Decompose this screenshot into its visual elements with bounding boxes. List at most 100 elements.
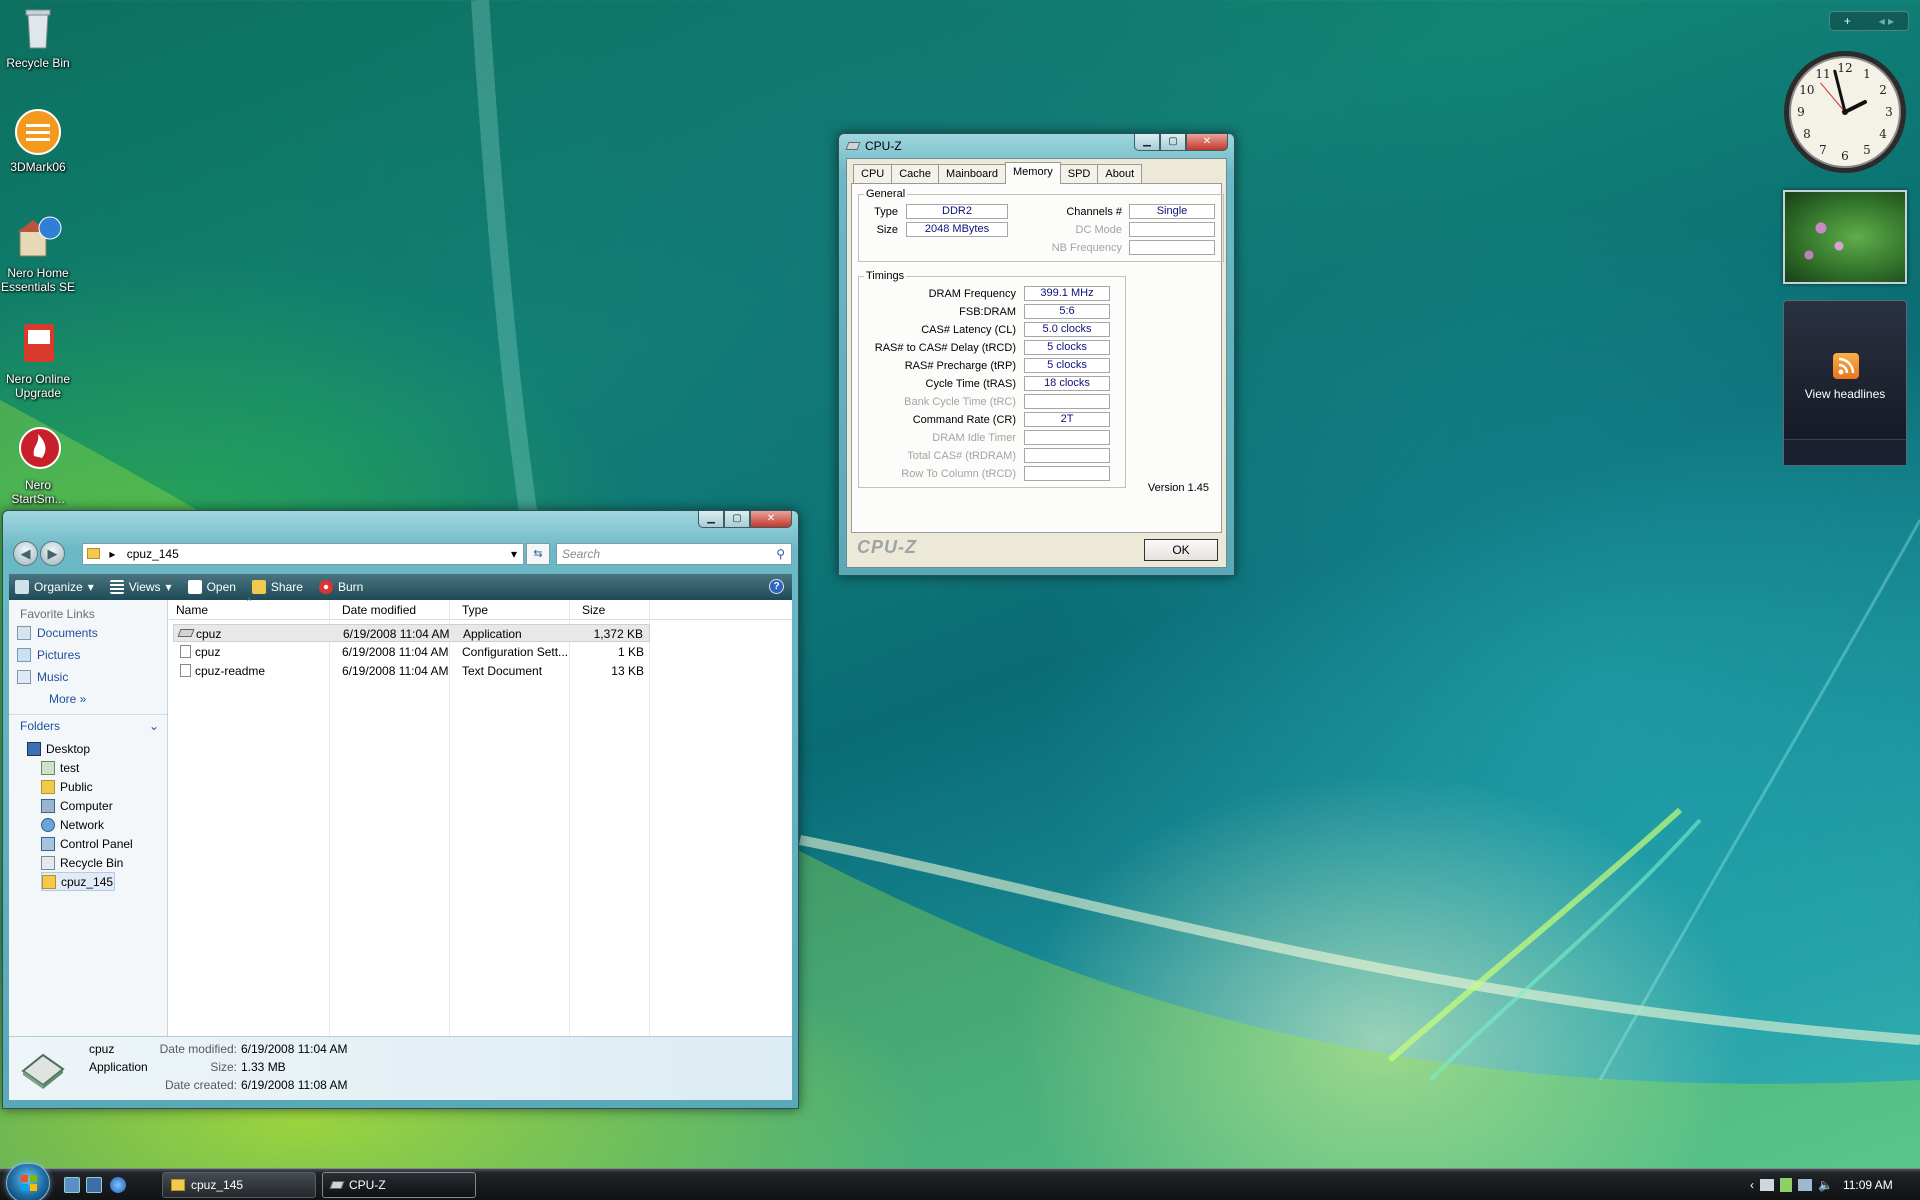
dcmode-label: DC Mode bbox=[1075, 224, 1122, 236]
tab-mainboard[interactable]: Mainboard bbox=[938, 164, 1007, 183]
search-input[interactable]: Search ⚲ bbox=[556, 543, 792, 565]
clock-numeral: 1 bbox=[1863, 67, 1871, 81]
application-large-icon bbox=[21, 1053, 65, 1089]
network-icon[interactable] bbox=[1798, 1179, 1812, 1191]
open-button[interactable]: Open bbox=[187, 580, 236, 594]
slideshow-gadget[interactable] bbox=[1783, 190, 1907, 284]
folder-icon bbox=[42, 874, 56, 889]
desktop-icon-3dmark06[interactable]: 3DMark06 bbox=[0, 108, 76, 174]
general-legend: General bbox=[866, 188, 906, 200]
file-row[interactable]: cpuz 6/19/2008 11:04 AM Application 1,37… bbox=[173, 624, 650, 642]
views-icon bbox=[109, 580, 124, 594]
switch-windows-icon[interactable] bbox=[86, 1177, 102, 1193]
desktop-icon-nero-online-upgrade[interactable]: Nero Online Upgrade bbox=[0, 320, 76, 400]
ok-button[interactable]: OK bbox=[1144, 539, 1218, 561]
open-label: Open bbox=[206, 580, 236, 594]
link-label: Music bbox=[37, 670, 69, 684]
favorite-link-pictures[interactable]: Pictures bbox=[9, 644, 167, 666]
clock[interactable]: 11:09 AM bbox=[1843, 1178, 1893, 1192]
desktop-icon-nero-home[interactable]: Nero Home Essentials SE bbox=[0, 214, 76, 294]
tree-item-control-panel[interactable]: Control Panel bbox=[41, 834, 167, 853]
column-name[interactable]: Name bbox=[176, 603, 208, 617]
column-size[interactable]: Size bbox=[582, 603, 605, 617]
device-icon[interactable] bbox=[1760, 1179, 1774, 1191]
cpuz-window[interactable]: CPU-Z ▁ ▢ ✕ CPU Cache Mainboard Memory S… bbox=[838, 133, 1235, 576]
chevron-down-icon[interactable]: ▾ bbox=[511, 544, 517, 564]
channels-value: Single bbox=[1129, 204, 1215, 219]
start-button[interactable] bbox=[6, 1163, 50, 1200]
cpuz-titlebar[interactable]: CPU-Z bbox=[845, 139, 902, 153]
column-date-modified[interactable]: Date modified bbox=[342, 603, 416, 617]
minimize-button[interactable]: ▁ bbox=[1134, 134, 1160, 151]
minimize-button[interactable]: ▁ bbox=[698, 511, 724, 528]
tree-item-computer[interactable]: Computer bbox=[41, 796, 167, 815]
folder-tree: Desktop test Public Computer Network Con… bbox=[9, 739, 167, 891]
internet-explorer-icon[interactable] bbox=[110, 1177, 126, 1193]
file-date: 6/19/2008 11:04 AM bbox=[342, 664, 449, 678]
desktop-icon-recycle-bin[interactable]: Recycle Bin bbox=[0, 4, 76, 70]
favorite-links-title: Favorite Links bbox=[20, 607, 95, 621]
maximize-button[interactable]: ▢ bbox=[1160, 134, 1186, 151]
views-button[interactable]: Views ▾ bbox=[109, 580, 172, 594]
timing-label: Command Rate (CR) bbox=[912, 414, 1016, 426]
feed-headlines-gadget[interactable]: View headlines bbox=[1783, 300, 1907, 466]
forward-button[interactable]: ▶ bbox=[40, 541, 65, 566]
timing-value bbox=[1024, 466, 1110, 481]
tree-item-test[interactable]: test bbox=[41, 758, 167, 777]
back-button[interactable]: ◀ bbox=[13, 541, 38, 566]
gadget-nav-buttons[interactable]: ◂ ▸ bbox=[1879, 14, 1894, 28]
close-button[interactable]: ✕ bbox=[750, 511, 792, 528]
tab-memory[interactable]: Memory bbox=[1005, 162, 1061, 184]
file-type: Text Document bbox=[462, 664, 543, 678]
explorer-window[interactable]: ▁ ▢ ✕ ◀ ▶ ▸ cpuz_145 ▾ ⇆ Search ⚲ Organi… bbox=[2, 510, 799, 1109]
organize-button[interactable]: Organize ▾ bbox=[15, 580, 94, 594]
file-row[interactable]: cpuz-readme 6/19/2008 11:04 AM Text Docu… bbox=[173, 662, 650, 680]
taskbar: cpuz_145 CPU-Z ‹ 🔈 11:09 AM bbox=[0, 1163, 1920, 1200]
favorite-link-more[interactable]: More » bbox=[9, 688, 167, 710]
taskbar-button-cpuz[interactable]: CPU-Z bbox=[322, 1172, 476, 1198]
tab-spd[interactable]: SPD bbox=[1059, 164, 1099, 183]
tab-about[interactable]: About bbox=[1097, 164, 1143, 183]
tab-cache[interactable]: Cache bbox=[891, 164, 940, 183]
burn-label: Burn bbox=[337, 580, 364, 594]
tab-cpu[interactable]: CPU bbox=[853, 164, 893, 183]
windows-logo-icon bbox=[21, 1175, 37, 1191]
address-bar[interactable]: ▸ cpuz_145 ▾ bbox=[82, 543, 524, 565]
show-desktop-icon[interactable] bbox=[64, 1177, 80, 1193]
chevron-down-icon: ▾ bbox=[87, 580, 94, 594]
breadcrumb[interactable]: cpuz_145 bbox=[127, 547, 179, 561]
add-gadget-button[interactable]: + bbox=[1844, 14, 1851, 28]
clock-numeral: 12 bbox=[1837, 61, 1852, 75]
size-value: 2048 MBytes bbox=[906, 222, 1008, 237]
notification-area: ‹ 🔈 11:09 AM bbox=[1750, 1169, 1920, 1200]
help-icon[interactable]: ? bbox=[769, 579, 784, 594]
desktop-icon-label: Nero Home Essentials SE bbox=[0, 266, 76, 294]
column-type[interactable]: Type bbox=[462, 603, 488, 617]
taskbar-button-explorer[interactable]: cpuz_145 bbox=[162, 1172, 316, 1198]
share-button[interactable]: Share bbox=[251, 580, 303, 594]
refresh-button[interactable]: ⇆ bbox=[526, 543, 550, 565]
file-row[interactable]: cpuz 6/19/2008 11:04 AM Configuration Se… bbox=[173, 643, 650, 661]
tree-item-cpuz-145[interactable]: cpuz_145 bbox=[41, 872, 115, 891]
show-hidden-icons-icon[interactable]: ‹ bbox=[1750, 1178, 1754, 1192]
power-icon[interactable] bbox=[1780, 1178, 1792, 1192]
burn-button[interactable]: Burn bbox=[318, 580, 364, 594]
tree-item-recycle-bin[interactable]: Recycle Bin bbox=[41, 853, 167, 872]
tree-item-desktop[interactable]: Desktop bbox=[27, 739, 167, 758]
clock-gadget[interactable]: 1234567891011 12 bbox=[1781, 48, 1909, 176]
search-icon[interactable]: ⚲ bbox=[776, 544, 785, 564]
folders-header[interactable]: Folders ⌄ bbox=[9, 714, 167, 736]
tree-item-network[interactable]: Network bbox=[41, 815, 167, 834]
chevron-down-icon: ⌄ bbox=[148, 718, 159, 733]
favorite-link-music[interactable]: Music bbox=[9, 666, 167, 688]
timing-label: DRAM Idle Timer bbox=[932, 432, 1016, 444]
clock-numeral: 2 bbox=[1879, 83, 1887, 97]
maximize-button[interactable]: ▢ bbox=[724, 511, 750, 528]
control-panel-icon bbox=[41, 836, 55, 851]
close-button[interactable]: ✕ bbox=[1186, 134, 1228, 151]
tree-item-public[interactable]: Public bbox=[41, 777, 167, 796]
view-headlines-link[interactable]: View headlines bbox=[1784, 387, 1906, 401]
desktop-icon-nero-startsmart[interactable]: Nero StartSm... bbox=[0, 426, 76, 506]
favorite-link-documents[interactable]: Documents bbox=[9, 622, 167, 644]
volume-icon[interactable]: 🔈 bbox=[1818, 1178, 1833, 1192]
